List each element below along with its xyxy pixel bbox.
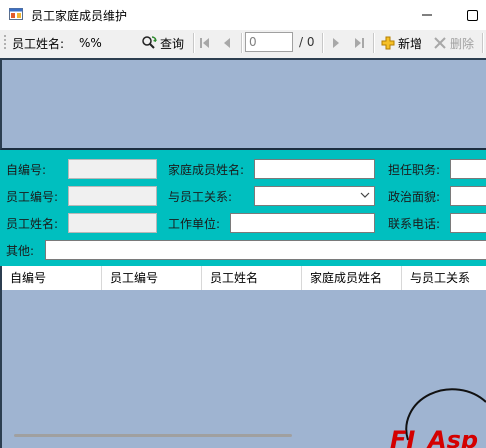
svg-text:FI: FI: [390, 426, 415, 448]
politics-field[interactable]: [450, 186, 486, 206]
first-page-icon[interactable]: [197, 35, 213, 51]
employee-name-search-input[interactable]: %%: [79, 33, 137, 53]
maximize-icon: [467, 10, 478, 21]
page-number-input[interactable]: 0: [245, 32, 293, 52]
relation-select[interactable]: [254, 186, 375, 206]
toolbar-separator: [322, 33, 324, 53]
window-title: 员工家庭成员维护: [31, 9, 128, 23]
next-page-icon[interactable]: [328, 35, 344, 51]
column-header-member-name[interactable]: 家庭成员姓名: [302, 266, 402, 290]
work-unit-label: 工作单位:: [168, 217, 221, 231]
emp-name-field[interactable]: [68, 213, 157, 233]
prev-page-icon[interactable]: [219, 35, 235, 51]
duty-field[interactable]: [450, 159, 486, 179]
other-label: 其他:: [6, 244, 35, 258]
member-name-field[interactable]: [254, 159, 375, 179]
magnifier-refresh-icon: [142, 36, 157, 49]
plus-icon: [381, 36, 395, 50]
phone-label: 联系电话:: [388, 217, 441, 231]
app-window-icon: [9, 8, 23, 20]
query-button[interactable]: 查询: [141, 34, 193, 52]
delete-label: 删除: [450, 37, 475, 51]
politics-label: 政治面貌:: [388, 190, 441, 204]
phone-field[interactable]: [450, 213, 486, 233]
minimize-icon: [422, 14, 432, 16]
top-panel: [0, 58, 486, 150]
maximize-button[interactable]: [462, 5, 482, 25]
column-header-emp-name[interactable]: 员工姓名: [202, 266, 302, 290]
search-label: 员工姓名:: [12, 37, 65, 51]
watermark-logo: FI Asp: [390, 388, 486, 448]
page-total: / 0: [299, 35, 315, 49]
chevron-down-icon: [360, 192, 370, 198]
member-name-label: 家庭成员姓名:: [168, 163, 245, 177]
relation-label: 与员工关系:: [168, 190, 233, 204]
emp-name-label: 员工姓名:: [6, 217, 59, 231]
svg-text:Asp: Asp: [426, 426, 478, 448]
delete-button[interactable]: 删除: [432, 34, 480, 52]
toolbar-separator: [241, 33, 243, 53]
duty-label: 担任职务:: [388, 163, 441, 177]
query-label: 查询: [160, 37, 185, 51]
column-header-id[interactable]: 自编号: [2, 266, 102, 290]
toolbar-separator: [193, 33, 195, 53]
column-header-relation[interactable]: 与员工关系: [402, 266, 486, 290]
minimize-button[interactable]: [417, 5, 437, 25]
work-unit-field[interactable]: [230, 213, 375, 233]
add-label: 新增: [398, 37, 423, 51]
toolbar-separator: [373, 33, 375, 53]
add-button[interactable]: 新增: [380, 34, 426, 52]
toolbar-grip[interactable]: [4, 35, 6, 51]
id-label: 自编号:: [6, 163, 47, 177]
horizontal-scrollbar[interactable]: [14, 434, 292, 437]
other-field[interactable]: [45, 240, 486, 260]
toolbar-separator: [482, 33, 484, 53]
emp-no-field[interactable]: [68, 186, 157, 206]
id-field[interactable]: [68, 159, 157, 179]
emp-no-label: 员工编号:: [6, 190, 59, 204]
x-icon: [434, 37, 446, 49]
last-page-icon[interactable]: [351, 35, 367, 51]
column-header-emp-no[interactable]: 员工编号: [102, 266, 202, 290]
